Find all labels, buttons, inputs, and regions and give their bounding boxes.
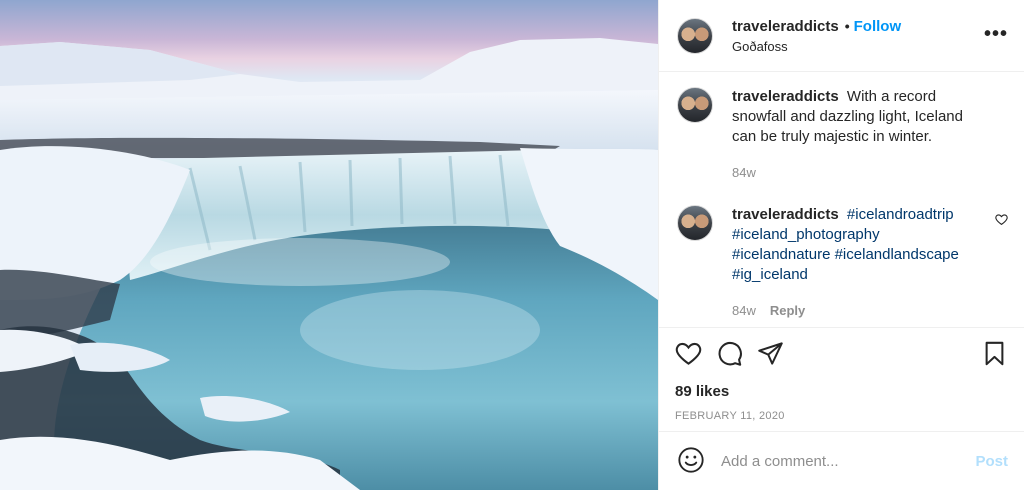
more-options-icon[interactable]: ••• (984, 24, 1008, 44)
caption-meta: 84w (732, 163, 982, 183)
hashtag-link[interactable]: #icelandroadtrip (847, 206, 954, 223)
paper-plane-icon[interactable] (757, 340, 784, 370)
hashtag-link[interactable]: #ig_iceland (732, 266, 808, 283)
post-comment-button[interactable]: Post (975, 453, 1008, 470)
comments-section: traveleraddicts With a record snowfall a… (659, 72, 1024, 327)
add-comment-bar: Post (659, 431, 1024, 490)
caption-body: traveleraddicts With a record snowfall a… (732, 87, 982, 183)
comment-username[interactable]: traveleraddicts (732, 206, 839, 223)
post-actions: 89 likes FEBRUARY 11, 2020 (659, 327, 1024, 431)
avatar[interactable] (677, 17, 713, 54)
comment-meta: 84w Reply (732, 301, 982, 321)
hashtag-link[interactable]: #iceland_photography (732, 226, 880, 243)
reply-button[interactable]: Reply (770, 303, 805, 318)
username-link[interactable]: traveleraddicts (732, 18, 839, 35)
hashtag-link[interactable]: #icelandlandscape (835, 246, 959, 263)
waterfall-image (0, 38, 658, 490)
avatar[interactable] (677, 205, 713, 241)
instagram-post: traveleraddicts • Follow Goðafoss ••• trav… (0, 0, 1024, 490)
comment-input[interactable] (721, 452, 976, 470)
comment-body: traveleraddicts #icelandroadtrip #icelan… (732, 205, 982, 321)
action-icons (675, 340, 1008, 370)
bookmark-icon[interactable] (981, 340, 1008, 370)
comment-age[interactable]: 84w (732, 303, 756, 318)
caption-username[interactable]: traveleraddicts (732, 88, 839, 105)
list-item: traveleraddicts #icelandroadtrip #icelan… (677, 205, 1008, 321)
follow-button[interactable]: Follow (854, 18, 902, 35)
comment-icon[interactable] (716, 340, 743, 370)
emoji-icon[interactable] (677, 446, 705, 477)
post-photo[interactable] (0, 0, 658, 490)
likes-count[interactable]: 89 likes (675, 383, 1008, 400)
location-link[interactable]: Goðafoss (732, 39, 901, 54)
separator-dot: • (844, 17, 850, 34)
caption-age[interactable]: 84w (732, 165, 756, 180)
heart-icon[interactable] (995, 213, 1008, 229)
post-date: FEBRUARY 11, 2020 (675, 410, 785, 422)
caption: traveleraddicts With a record snowfall a… (677, 87, 1008, 183)
header-names: traveleraddicts • Follow Goðafoss (732, 18, 901, 54)
avatar[interactable] (677, 87, 713, 123)
post-sidebar: traveleraddicts • Follow Goðafoss ••• trav… (658, 0, 1024, 490)
post-header: traveleraddicts • Follow Goðafoss ••• (659, 0, 1024, 72)
hashtag-link[interactable]: #icelandnature (732, 246, 830, 263)
heart-icon[interactable] (675, 340, 702, 370)
